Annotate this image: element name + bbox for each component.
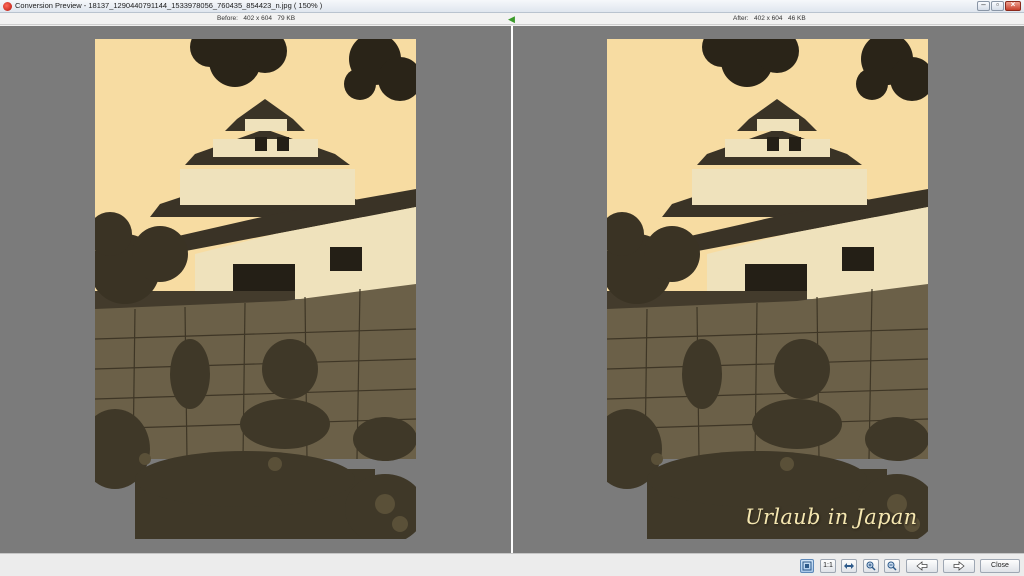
fit-width-button[interactable] — [841, 559, 857, 573]
arrow-left-icon — [916, 561, 928, 571]
zoom-in-icon — [866, 561, 876, 571]
image-caption-overlay: Urlaub in Japan — [745, 505, 918, 529]
before-dimensions: 402 x 604 — [243, 15, 272, 22]
after-info: After: 402 x 604 46 KB — [733, 15, 806, 22]
fit-width-icon — [844, 563, 854, 569]
fit-window-icon — [802, 561, 812, 571]
actual-size-button[interactable]: 1:1 — [820, 559, 836, 573]
zoom-out-icon — [887, 561, 897, 571]
before-image-graphic: .sky{fill:#f4f6f8}.treeDark{fill:#2c3a1c… — [95, 39, 416, 539]
close-icon: × — [1010, 0, 1016, 9]
before-label: Before: — [217, 15, 238, 22]
close-window-button[interactable]: × — [1005, 0, 1021, 11]
after-pane[interactable]: .sky{fill:#f7dca2}.treeDark{fill:#2a2418… — [513, 26, 1024, 553]
fit-window-button[interactable] — [800, 559, 814, 573]
close-button[interactable]: Close — [980, 559, 1020, 573]
image-info-bar: Before: 402 x 604 79 KB ◀ After: 402 x 6… — [0, 13, 1024, 25]
after-label: After: — [733, 15, 749, 22]
before-info: Before: 402 x 604 79 KB — [217, 15, 295, 22]
before-image[interactable]: .sky{fill:#f4f6f8}.treeDark{fill:#2c3a1c… — [95, 39, 416, 539]
conversion-preview-window: Conversion Preview - 18137_1290440791144… — [0, 0, 1024, 576]
previous-button[interactable] — [906, 559, 938, 573]
after-filesize: 46 KB — [787, 15, 806, 22]
next-button[interactable] — [943, 559, 975, 573]
title-bar[interactable]: Conversion Preview - 18137_1290440791144… — [0, 0, 1024, 13]
zoom-in-button[interactable] — [863, 559, 879, 573]
after-dimensions: 402 x 604 — [753, 15, 783, 22]
after-image-graphic: .sky{fill:#f7dca2}.treeDark{fill:#2a2418… — [607, 39, 928, 539]
arrow-right-icon — [953, 561, 965, 571]
before-filesize: 79 KB — [277, 15, 296, 22]
zoom-out-button[interactable] — [884, 559, 900, 573]
window-controls: – ▫ × — [977, 0, 1021, 11]
bottom-toolbar: 1:1 Close — [0, 553, 1024, 576]
sync-arrow-icon[interactable]: ◀ — [508, 14, 515, 24]
window-title: Conversion Preview - 18137_1290440791144… — [15, 1, 323, 10]
maximize-button[interactable]: ▫ — [991, 0, 1004, 11]
after-image[interactable]: .sky{fill:#f7dca2}.treeDark{fill:#2a2418… — [607, 39, 928, 539]
maximize-icon: ▫ — [996, 0, 999, 9]
before-pane[interactable]: .sky{fill:#f4f6f8}.treeDark{fill:#2c3a1c… — [0, 26, 511, 553]
app-icon — [3, 2, 12, 11]
minimize-button[interactable]: – — [977, 0, 990, 11]
minimize-icon: – — [981, 0, 986, 9]
